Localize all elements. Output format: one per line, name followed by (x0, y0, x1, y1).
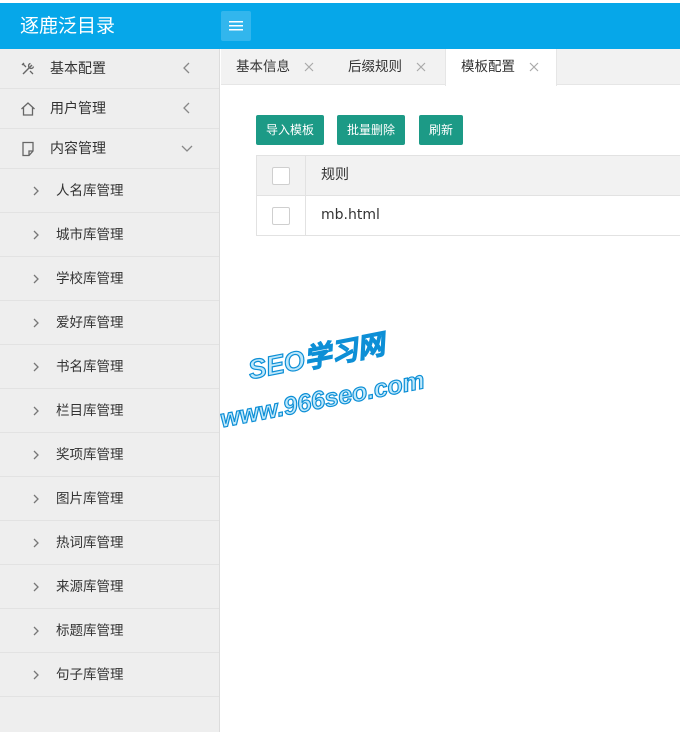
sidebar-subitem-label: 标题库管理 (56, 623, 124, 639)
content-submenu: 人名库管理城市库管理学校库管理爱好库管理书名库管理栏目库管理奖项库管理图片库管理… (0, 169, 219, 697)
close-icon[interactable] (416, 62, 426, 72)
table-header: 规则 (257, 156, 680, 196)
sidebar-item-label: 内容管理 (50, 141, 106, 157)
app-title: 逐鹿泛目录 (20, 15, 116, 37)
sidebar-subitem-label: 书名库管理 (56, 359, 124, 375)
sidebar: 基本配置 用户管理 内容管理 人名库管理城市库管理学校库管理爱好库管理书名库管理… (0, 49, 220, 732)
chevron-left-icon (183, 102, 190, 114)
chevron-right-icon (33, 670, 39, 680)
sidebar-subitem[interactable]: 人名库管理 (0, 169, 219, 213)
chevron-right-icon (33, 582, 39, 592)
sidebar-subitem[interactable]: 句子库管理 (0, 653, 219, 697)
chevron-right-icon (33, 186, 39, 196)
sidebar-subitem[interactable]: 栏目库管理 (0, 389, 219, 433)
sidebar-subitem-label: 热词库管理 (56, 535, 124, 551)
refresh-button[interactable]: 刷新 (419, 115, 463, 145)
chevron-right-icon (33, 230, 39, 240)
sidebar-subitem-label: 爱好库管理 (56, 315, 124, 331)
hamburger-icon (229, 21, 243, 31)
tab-template-config[interactable]: 模板配置 (445, 49, 557, 86)
sidebar-subitem[interactable]: 学校库管理 (0, 257, 219, 301)
chevron-left-icon (183, 62, 190, 74)
import-template-button[interactable]: 导入模板 (256, 115, 324, 145)
template-table: 规则 mb.html (256, 155, 680, 236)
chevron-right-icon (33, 406, 39, 416)
document-icon (22, 141, 34, 157)
sidebar-subitem-label: 图片库管理 (56, 491, 124, 507)
rule-cell: mb.html (321, 207, 380, 223)
sidebar-subitem-label: 人名库管理 (56, 183, 124, 199)
tab-label: 模板配置 (461, 59, 515, 75)
tab-label: 基本信息 (236, 59, 290, 75)
menu-toggle-button[interactable] (221, 11, 251, 41)
sidebar-subitem[interactable]: 城市库管理 (0, 213, 219, 257)
top-bar: 逐鹿泛目录 (0, 3, 680, 49)
tab-label: 后缀规则 (348, 59, 402, 75)
sidebar-subitem-label: 奖项库管理 (56, 447, 124, 463)
chevron-right-icon (33, 362, 39, 372)
select-all-checkbox[interactable] (272, 167, 290, 185)
tab-bar: 基本信息 后缀规则 模板配置 (221, 49, 680, 86)
close-icon[interactable] (529, 62, 539, 72)
sidebar-subitem-label: 栏目库管理 (56, 403, 124, 419)
main-content: 导入模板 批量删除 刷新 规则 mb.html (221, 86, 680, 732)
sidebar-subitem-label: 城市库管理 (56, 227, 124, 243)
sidebar-subitem[interactable]: 奖项库管理 (0, 433, 219, 477)
sidebar-subitem[interactable]: 热词库管理 (0, 521, 219, 565)
close-icon[interactable] (304, 62, 314, 72)
sidebar-item-user-management[interactable]: 用户管理 (0, 89, 219, 129)
sidebar-item-label: 基本配置 (50, 61, 106, 77)
chevron-right-icon (33, 274, 39, 284)
sidebar-item-label: 用户管理 (50, 101, 106, 117)
chevron-right-icon (33, 450, 39, 460)
chevron-right-icon (33, 318, 39, 328)
sidebar-subitem[interactable]: 书名库管理 (0, 345, 219, 389)
chevron-right-icon (33, 626, 39, 636)
sidebar-subitem-label: 学校库管理 (56, 271, 124, 287)
tab-suffix-rules[interactable]: 后缀规则 (333, 49, 445, 85)
table-row: mb.html (257, 196, 680, 236)
chevron-right-icon (33, 538, 39, 548)
sidebar-subitem[interactable]: 图片库管理 (0, 477, 219, 521)
chevron-down-icon (181, 145, 193, 152)
tab-basic-info[interactable]: 基本信息 (221, 49, 333, 85)
sidebar-item-content-management[interactable]: 内容管理 (0, 129, 219, 169)
sidebar-subitem[interactable]: 标题库管理 (0, 609, 219, 653)
sidebar-item-basic-config[interactable]: 基本配置 (0, 49, 219, 89)
sidebar-subitem[interactable]: 爱好库管理 (0, 301, 219, 345)
sidebar-subitem-label: 句子库管理 (56, 667, 124, 683)
row-checkbox[interactable] (272, 207, 290, 225)
sidebar-subitem-label: 来源库管理 (56, 579, 124, 595)
sidebar-subitem[interactable]: 来源库管理 (0, 565, 219, 609)
tools-icon (21, 62, 35, 75)
column-header-rule: 规则 (321, 167, 349, 183)
chevron-right-icon (33, 494, 39, 504)
home-icon (21, 102, 35, 116)
batch-delete-button[interactable]: 批量删除 (337, 115, 405, 145)
